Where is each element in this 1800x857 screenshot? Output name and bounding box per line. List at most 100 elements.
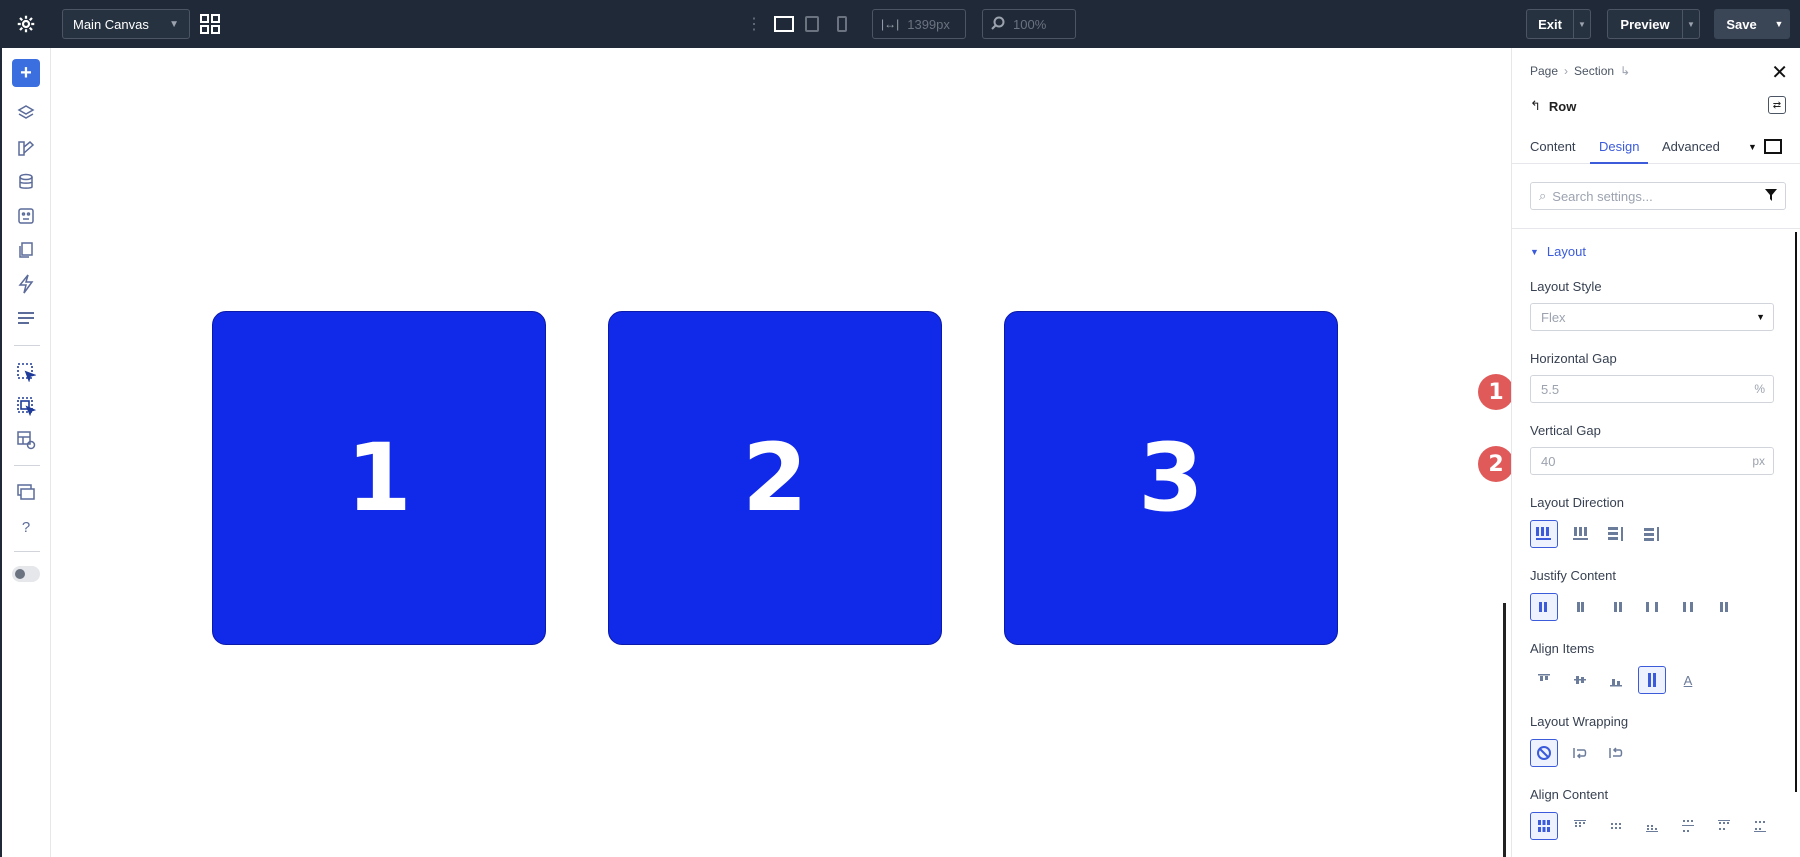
preview-dropdown-button[interactable]: ▼ <box>1682 9 1700 39</box>
preview-box-icon[interactable] <box>1764 139 1782 154</box>
search-icon: ⌕ <box>1539 188 1547 203</box>
align-content-start-icon[interactable] <box>1566 812 1594 840</box>
direction-row-icon[interactable] <box>1530 520 1558 548</box>
align-baseline-icon[interactable]: A <box>1674 666 1702 694</box>
element-title: Row <box>1548 98 1577 114</box>
panel-scrollbar[interactable] <box>1795 232 1797 792</box>
save-dropdown-button[interactable]: ▼ <box>1768 9 1790 39</box>
wrap-reverse-icon[interactable] <box>1602 739 1630 767</box>
desktop-view-icon[interactable] <box>772 12 796 36</box>
scrollbar[interactable] <box>1503 603 1506 857</box>
caret-down-icon: ▼ <box>1530 246 1539 257</box>
lightning-icon[interactable] <box>14 272 38 296</box>
save-button[interactable]: Save <box>1714 9 1769 39</box>
windows-icon[interactable] <box>14 480 38 504</box>
canvas-select[interactable]: Main Canvas ▼ <box>62 9 190 39</box>
layers-icon[interactable] <box>14 101 38 125</box>
layout-section-header[interactable]: ▼ Layout <box>1530 244 1586 259</box>
vertical-gap-unit[interactable]: px <box>1752 454 1765 468</box>
justify-center-icon[interactable] <box>1566 593 1594 621</box>
search-input[interactable]: ⌕ Search settings... <box>1530 182 1786 210</box>
exit-dropdown-button[interactable]: ▼ <box>1573 9 1591 39</box>
pages-icon[interactable] <box>14 238 38 262</box>
gear-icon[interactable] <box>14 12 38 36</box>
horizontal-gap-unit[interactable]: % <box>1754 382 1765 396</box>
template-icon[interactable] <box>14 204 38 228</box>
justify-end-icon[interactable] <box>1602 593 1630 621</box>
layout-direction-options <box>1530 520 1666 548</box>
horizontal-gap-label: Horizontal Gap <box>1530 351 1617 366</box>
chevron-down-icon: ▼ <box>1687 19 1695 29</box>
no-wrap-icon[interactable] <box>1530 739 1558 767</box>
chevron-down-icon: ▼ <box>1756 312 1765 322</box>
justify-content-label: Justify Content <box>1530 568 1616 583</box>
top-toolbar: Main Canvas ▼ ⋮ |↔| 1399px 100% Exit ▼ P… <box>0 0 1800 48</box>
breadcrumb-page[interactable]: Page <box>1530 64 1558 78</box>
align-content-stretch-icon[interactable] <box>1530 812 1558 840</box>
breadcrumb-section[interactable]: Section <box>1574 64 1614 78</box>
help-icon[interactable]: ? <box>14 515 38 539</box>
panel-settings-icon[interactable]: ⇄ <box>1768 96 1786 114</box>
align-content-center-icon[interactable] <box>1602 812 1630 840</box>
breadcrumb-separator-icon: › <box>1564 64 1569 78</box>
filter-icon[interactable] <box>1765 188 1777 204</box>
vertical-gap-label: Vertical Gap <box>1530 423 1601 438</box>
vertical-gap-input[interactable]: 40 px <box>1530 447 1774 475</box>
justify-around-icon[interactable] <box>1674 593 1702 621</box>
direction-column-reverse-icon[interactable] <box>1638 520 1666 548</box>
direction-row-reverse-icon[interactable] <box>1566 520 1594 548</box>
theme-toggle[interactable] <box>12 566 40 582</box>
toggle-knob-icon <box>15 569 25 579</box>
view-settings-icon[interactable] <box>14 428 38 452</box>
multi-select-icon[interactable] <box>14 394 38 418</box>
module-box-3[interactable]: 3 <box>1004 311 1338 645</box>
direction-column-icon[interactable] <box>1602 520 1630 548</box>
tab-content[interactable]: Content <box>1530 130 1576 164</box>
more-vertical-icon[interactable]: ⋮ <box>746 12 762 36</box>
grid-icon[interactable] <box>198 12 222 36</box>
add-element-button[interactable]: + <box>12 59 40 87</box>
zoom-input[interactable]: 100% <box>982 9 1076 39</box>
justify-evenly-icon[interactable] <box>1710 593 1738 621</box>
layout-wrapping-options <box>1530 739 1630 767</box>
tab-menu-chevron-icon[interactable]: ▼ <box>1748 130 1757 164</box>
tab-design[interactable]: Design <box>1590 130 1649 164</box>
align-start-icon[interactable] <box>1530 666 1558 694</box>
align-content-evenly-icon[interactable] <box>1746 812 1774 840</box>
layout-style-select[interactable]: Flex ▼ <box>1530 303 1774 331</box>
wrap-icon[interactable] <box>1566 739 1594 767</box>
justify-content-options <box>1530 593 1738 621</box>
tablet-view-icon[interactable] <box>802 12 822 36</box>
width-icon: |↔| <box>881 17 900 31</box>
database-icon[interactable] <box>14 170 38 194</box>
left-toolbar: + ? <box>0 48 51 857</box>
layout-direction-label: Layout Direction <box>1530 495 1624 510</box>
align-content-between-icon[interactable] <box>1674 812 1702 840</box>
width-readout: 1399px <box>907 16 950 32</box>
width-input[interactable]: |↔| 1399px <box>872 9 966 39</box>
search-placeholder: Search settings... <box>1552 188 1653 204</box>
align-content-end-icon[interactable] <box>1638 812 1666 840</box>
align-stretch-icon[interactable] <box>1638 666 1666 694</box>
layout-style-value: Flex <box>1541 309 1566 325</box>
module-box-1[interactable]: 1 <box>212 311 546 645</box>
vertical-gap-value: 40 <box>1541 453 1556 469</box>
tab-advanced[interactable]: Advanced <box>1662 130 1720 164</box>
design-icon[interactable] <box>14 136 38 160</box>
exit-button[interactable]: Exit <box>1526 9 1574 39</box>
phone-view-icon[interactable] <box>832 12 852 36</box>
justify-start-icon[interactable] <box>1530 593 1558 621</box>
select-element-icon[interactable] <box>14 360 38 384</box>
back-arrow-icon[interactable]: ↰ <box>1530 98 1541 114</box>
preview-button[interactable]: Preview <box>1607 9 1683 39</box>
close-icon[interactable]: ✕ <box>1771 60 1788 85</box>
list-icon[interactable] <box>14 306 38 330</box>
justify-between-icon[interactable] <box>1638 593 1666 621</box>
breadcrumb: Page › Section ↳ <box>1530 64 1630 78</box>
align-content-around-icon[interactable] <box>1710 812 1738 840</box>
module-box-2[interactable]: 2 <box>608 311 942 645</box>
align-center-icon[interactable] <box>1566 666 1594 694</box>
tab-bar: Content Design Advanced ▼ <box>1512 130 1800 164</box>
align-end-icon[interactable] <box>1602 666 1630 694</box>
horizontal-gap-input[interactable]: 5.5 % <box>1530 375 1774 403</box>
